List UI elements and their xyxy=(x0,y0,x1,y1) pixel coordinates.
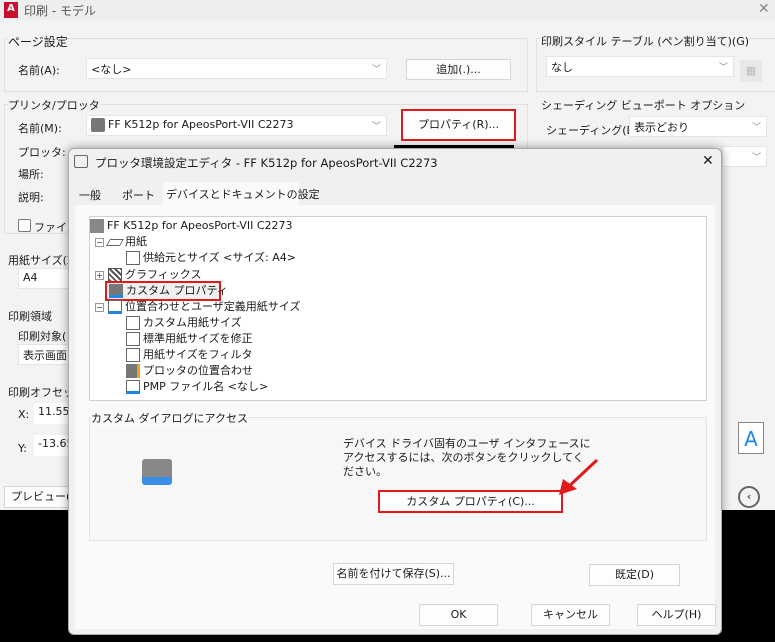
plot-style-value: なし xyxy=(551,61,573,74)
plot-style-label: 印刷スタイル テーブル (ペン割り当て)(G) xyxy=(541,33,750,49)
pmp-file-icon xyxy=(126,380,140,394)
title-bar: A 印刷 - モデル ✕ xyxy=(0,0,775,20)
autocad-logo-icon: A xyxy=(4,2,18,18)
window-title: 印刷 - モデル xyxy=(24,4,96,18)
custom-properties-button[interactable]: カスタム プロパティ(C)... xyxy=(378,490,563,513)
close-icon[interactable]: ✕ xyxy=(758,1,770,17)
paper-icon xyxy=(105,238,125,246)
tree-item-paper[interactable]: 用紙 xyxy=(105,234,147,250)
printer-name-label: 名前(M): xyxy=(18,122,62,135)
tab-device-document-settings[interactable]: デバイスとドキュメントの設定 xyxy=(163,182,320,205)
paper-size-label: 用紙サイズ(Z xyxy=(8,254,75,267)
help-button[interactable]: ヘルプ(H) xyxy=(637,604,716,626)
chevron-down-icon: ﹀ xyxy=(751,153,761,163)
shading-label: シェーディング(D) xyxy=(546,124,640,137)
close-icon[interactable]: ✕ xyxy=(702,153,714,169)
tree-item-filter-paper-sizes[interactable]: 用紙サイズをフィルタ xyxy=(126,347,252,363)
tree-label: グラフィックス xyxy=(125,268,202,281)
tree-item-source-size[interactable]: 供給元とサイズ <サイズ: A4> xyxy=(126,250,296,266)
chevron-down-icon: ﹀ xyxy=(718,63,728,73)
tab-ports[interactable]: ポート xyxy=(122,187,155,203)
shading-value: 表示どおり xyxy=(634,121,689,134)
graphics-icon xyxy=(108,268,122,282)
add-button[interactable]: 追加(.)... xyxy=(406,59,511,80)
chevron-down-icon: ﹀ xyxy=(371,122,381,132)
plot-style-select[interactable]: なし ﹀ xyxy=(546,56,734,77)
default-button[interactable]: 既定(D) xyxy=(589,564,680,586)
plotter-label: プロッタ: xyxy=(18,146,66,159)
edit-plot-style-icon[interactable]: ▦ xyxy=(740,60,762,82)
quality-select[interactable]: ﹀ xyxy=(722,146,767,167)
tree-label: カスタム プロパティ xyxy=(126,284,228,297)
red-arrow-annotation xyxy=(559,458,599,495)
custom-dialog-access-label: カスタム ダイアログにアクセス xyxy=(91,410,248,426)
expand-icon[interactable]: + xyxy=(95,271,104,280)
dialog-title: プロッタ環境設定エディタ - FF K512p for ApeosPort-VI… xyxy=(95,156,438,170)
drawing-orientation-icon: A xyxy=(738,422,764,454)
printer-name-select[interactable]: FF K512p for ApeosPort-VII C2273 ﹀ xyxy=(86,115,387,136)
tree-label: 位置合わせとユーザ定義用紙サイズ xyxy=(125,300,301,313)
tree-item-custom-paper-sizes[interactable]: カスタム用紙サイズ xyxy=(126,315,242,331)
cancel-button[interactable]: キャンセル xyxy=(531,604,610,626)
page-icon xyxy=(108,300,122,314)
settings-tree[interactable]: FF K512p for ApeosPort-VII C2273 − 用紙 供給… xyxy=(89,216,707,401)
tree-item-pmp-file[interactable]: PMP ファイル名 <なし> xyxy=(126,379,268,395)
preview-button[interactable]: プレビュー(P xyxy=(4,486,77,508)
collapse-icon[interactable]: − xyxy=(95,303,104,312)
printer-user-icon xyxy=(142,459,172,485)
printer-user-icon xyxy=(109,284,123,298)
printer-properties-button[interactable]: プロパティ(R)... xyxy=(401,109,516,141)
tree-item-calibration[interactable]: 位置合わせとユーザ定義用紙サイズ xyxy=(108,299,300,315)
tree-root[interactable]: FF K512p for ApeosPort-VII C2273 xyxy=(90,218,293,234)
plotter-config-icon xyxy=(74,155,88,168)
page-icon xyxy=(126,348,140,362)
plot-to-file-checkbox[interactable] xyxy=(18,219,31,232)
printer-icon xyxy=(91,118,105,132)
plot-offset-label: 印刷オフセッ xyxy=(8,386,74,399)
ok-button[interactable]: OK xyxy=(419,604,498,626)
tree-item-plotter-calibration[interactable]: プロッタの位置合わせ xyxy=(126,363,253,379)
collapse-icon[interactable]: ‹ xyxy=(738,486,760,508)
tree-label: FF K512p for ApeosPort-VII C2273 xyxy=(107,219,293,232)
page-setup-label: ページ設定 xyxy=(8,33,68,50)
printer-name-value: FF K512p for ApeosPort-VII C2273 xyxy=(108,118,294,131)
tree-label: 用紙 xyxy=(125,235,147,248)
tree-label: 用紙サイズをフィルタ xyxy=(143,348,253,361)
tree-item-custom-properties[interactable]: カスタム プロパティ xyxy=(105,281,228,301)
shading-select[interactable]: 表示どおり ﹀ xyxy=(629,116,767,137)
tab-general[interactable]: 一般 xyxy=(79,187,101,203)
tree-label: 標準用紙サイズを修正 xyxy=(143,332,253,345)
tree-label: プロッタの位置合わせ xyxy=(143,364,253,377)
printer-icon xyxy=(90,219,104,233)
save-as-button[interactable]: 名前を付けて保存(S)... xyxy=(333,563,454,585)
printer-label: プリンタ/プロッタ xyxy=(8,97,100,113)
offset-x-label: X: xyxy=(18,408,30,421)
description-label: 説明: xyxy=(18,191,44,204)
tree-label: カスタム用紙サイズ xyxy=(143,316,242,329)
tree-label: 供給元とサイズ <サイズ: A4> xyxy=(143,251,296,264)
custom-dialog-access-group xyxy=(89,417,707,541)
chevron-down-icon: ﹀ xyxy=(751,123,761,133)
offset-y-label: Y: xyxy=(18,442,27,455)
printer-pencil-icon xyxy=(126,364,140,378)
chevron-down-icon: ﹀ xyxy=(371,65,381,75)
tree-item-modify-standard-sizes[interactable]: 標準用紙サイズを修正 xyxy=(126,331,253,347)
tree-label: PMP ファイル名 <なし> xyxy=(143,380,269,393)
tab-label: デバイスとドキュメントの設定 xyxy=(166,188,320,201)
page-setup-name-label: 名前(A): xyxy=(18,64,60,77)
custom-paper-icon xyxy=(126,316,140,330)
shading-options-label: シェーディング ビューポート オプション xyxy=(541,97,746,113)
paper-tray-icon xyxy=(126,251,140,265)
collapse-icon[interactable]: − xyxy=(95,238,104,247)
plot-target-label: 印刷対象( xyxy=(18,330,67,343)
plot-area-label: 印刷領域 xyxy=(8,310,52,323)
modify-paper-icon xyxy=(126,332,140,346)
location-label: 場所: xyxy=(18,168,44,181)
plotter-config-editor-dialog: プロッタ環境設定エディタ - FF K512p for ApeosPort-VI… xyxy=(68,148,722,635)
page-setup-name-select[interactable]: <なし> ﹀ xyxy=(86,58,387,79)
page-setup-name-value: <なし> xyxy=(91,63,132,76)
